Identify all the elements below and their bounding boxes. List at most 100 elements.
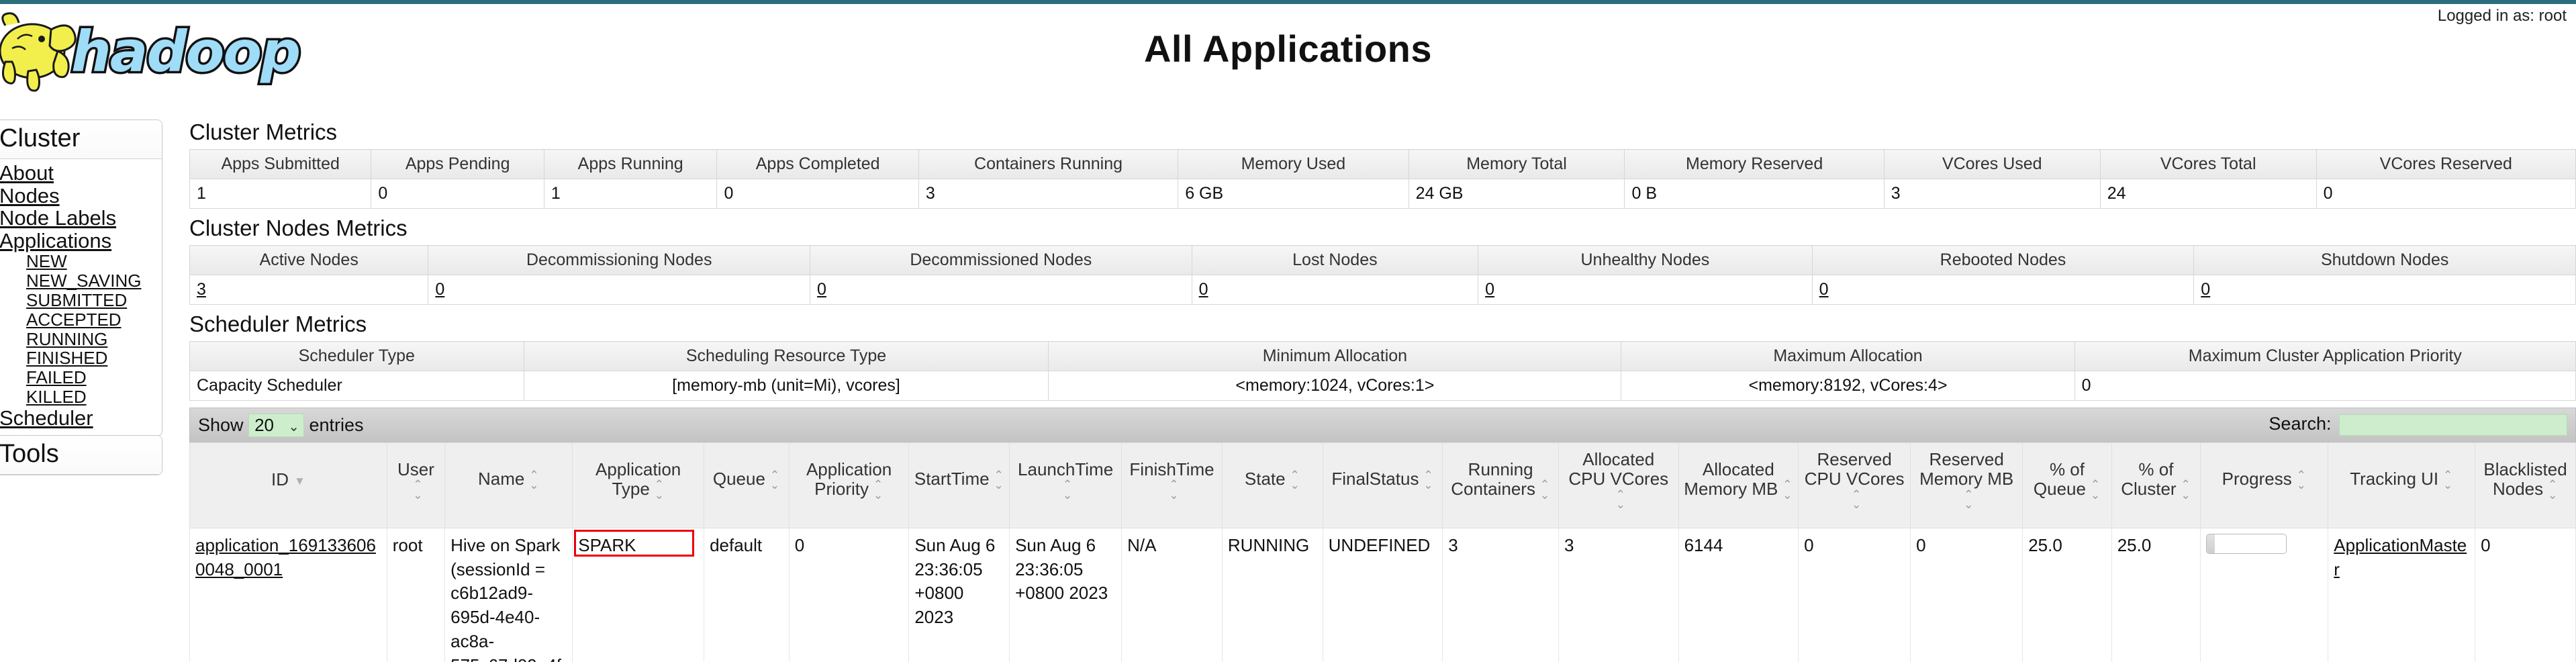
sidebar-item-nodes[interactable]: Nodes [0,185,162,207]
table-header-row: ID ▼ User ⌃ ⌄ Name ⌃ ⌄ Application Type ⌃ ⌄ Que… [189,442,2576,528]
sidebar-item-about[interactable]: About [0,162,162,185]
val-vcores-reserved: 0 [2316,179,2576,209]
sidebar-item-applications[interactable]: Applications [0,230,162,252]
sidebar-tools: Tools [0,435,162,475]
cell-pct-of-queue: 25.0 [2022,527,2112,662]
val-vcores-used: 3 [1883,179,2101,209]
col-running-containers[interactable]: Running Containers ⌃ ⌄ [1442,442,1559,528]
col-tracking-ui[interactable]: Tracking UI ⌃ ⌄ [2328,442,2476,528]
col-name[interactable]: Name ⌃ ⌄ [444,442,573,528]
col-scheduling-resource-type: Scheduling Resource Type [523,341,1049,371]
col-pct-of-queue[interactable]: % of Queue ⌃ ⌄ [2022,442,2112,528]
col-active-nodes: Active Nodes [189,245,429,275]
cluster-nodes-metrics-title: Cluster Nodes Metrics [189,216,408,240]
val-scheduler-type: Capacity Scheduler [189,371,524,401]
sidebar-heading-tools: Tools [0,436,162,475]
val-memory-total: 24 GB [1408,179,1625,209]
col-application-priority[interactable]: Application Priority ⌃ ⌄ [788,442,910,528]
col-blacklisted-nodes[interactable]: Blacklisted Nodes ⌃ ⌄ [2475,442,2576,528]
decommissioned-nodes-link[interactable]: 0 [817,280,826,299]
sort-icon: ⌃ ⌄ [2181,478,2191,502]
search-control: Search: [2269,414,2567,436]
sort-icon: ⌃ ⌄ [2443,468,2453,492]
sidebar-state-new-saving[interactable]: NEW_SAVING [26,271,162,291]
cluster-nodes-metrics-table: Active Nodes Decommissioning Nodes Decom… [189,245,2576,305]
col-launchtime[interactable]: LaunchTime ⌃ ⌄ [1009,442,1123,528]
shutdown-nodes-link[interactable]: 0 [2201,280,2210,299]
col-memory-used: Memory Used [1178,149,1409,179]
val-lost-nodes[interactable]: 0 [1191,275,1479,305]
cell-id[interactable]: application_1691336060048_0001 [189,527,387,662]
sidebar-item-node-labels[interactable]: Node Labels [0,207,162,230]
cell-application-priority: 0 [788,527,910,662]
col-pct-of-cluster[interactable]: % of Cluster ⌃ ⌄ [2111,442,2201,528]
val-active-nodes[interactable]: 3 [189,275,429,305]
col-scheduler-type: Scheduler Type [189,341,524,371]
page-length-control: Show 20 ⌄ entries [198,414,364,437]
cell-reserved-memory-mb: 0 [1910,527,2023,662]
cell-finalstatus: UNDEFINED [1322,527,1443,662]
table-header-row: Active Nodes Decommissioning Nodes Decom… [189,245,2576,275]
col-reserved-cpu-vcores[interactable]: Reserved CPU VCores ⌃ ⌄ [1798,442,1911,528]
decommissioning-nodes-link[interactable]: 0 [435,280,444,299]
val-unhealthy-nodes[interactable]: 0 [1478,275,1813,305]
sidebar-heading-cluster: Cluster [0,120,162,159]
val-decommissioned-nodes[interactable]: 0 [810,275,1192,305]
application-id-link[interactable]: application_1691336060048_0001 [195,535,376,579]
table-row: 1 0 1 0 3 6 GB 24 GB 0 B 3 24 0 [189,179,2576,209]
sort-icon: ⌃ ⌄ [529,468,539,492]
sort-icon: ⌃ ⌄ [1615,488,1625,512]
val-rebooted-nodes[interactable]: 0 [1811,275,2195,305]
progress-bar [2206,533,2287,554]
page-title: All Applications [1143,28,1433,70]
application-master-link[interactable]: ApplicationMaster [2334,535,2467,579]
col-queue[interactable]: Queue ⌃ ⌄ [704,442,790,528]
active-nodes-link[interactable]: 3 [197,280,206,299]
lost-nodes-link[interactable]: 0 [1199,280,1208,299]
sidebar-state-submitted[interactable]: SUBMITTED [26,291,162,310]
rebooted-nodes-link[interactable]: 0 [1819,280,1829,299]
col-memory-reserved: Memory Reserved [1624,149,1885,179]
val-shutdown-nodes[interactable]: 0 [2193,275,2576,305]
val-decommissioning-nodes[interactable]: 0 [428,275,811,305]
col-id[interactable]: ID ▼ [189,442,387,528]
sidebar-state-killed[interactable]: KILLED [26,387,162,407]
col-starttime[interactable]: StartTime ⌃ ⌄ [908,442,1010,528]
sort-icon: ⌃ ⌄ [1423,468,1433,492]
sidebar-state-new[interactable]: NEW [26,252,162,271]
sidebar-state-running[interactable]: RUNNING [26,330,162,349]
col-memory-total: Memory Total [1408,149,1625,179]
val-scheduling-resource-type: [memory-mb (unit=Mi), vcores] [523,371,1049,401]
sidebar-state-failed[interactable]: FAILED [26,368,162,387]
col-reserved-memory-mb[interactable]: Reserved Memory MB ⌃ ⌄ [1910,442,2023,528]
val-memory-used: 6 GB [1178,179,1409,209]
col-progress[interactable]: Progress ⌃ ⌄ [2200,442,2329,528]
col-maximum-allocation: Maximum Allocation [1621,341,2075,371]
sort-icon: ⌃ ⌄ [1852,488,1862,512]
col-decommissioned-nodes: Decommissioned Nodes [810,245,1192,275]
col-decommissioning-nodes: Decommissioning Nodes [428,245,811,275]
show-label: Show [198,415,244,435]
search-label: Search: [2269,414,2332,434]
col-finalstatus[interactable]: FinalStatus ⌃ ⌄ [1322,442,1443,528]
page-length-select[interactable]: 20 ⌄ [248,414,304,437]
sidebar-state-accepted[interactable]: ACCEPTED [26,310,162,330]
sidebar-item-scheduler[interactable]: Scheduler [0,407,162,430]
cell-running-containers: 3 [1442,527,1559,662]
cell-starttime: Sun Aug 6 23:36:05 +0800 2023 [908,527,1010,662]
sidebar-state-finished[interactable]: FINISHED [26,348,162,368]
col-state[interactable]: State ⌃ ⌄ [1221,442,1323,528]
col-apps-pending: Apps Pending [371,149,544,179]
search-input[interactable] [2339,414,2567,436]
cell-tracking-ui[interactable]: ApplicationMaster [2328,527,2476,662]
col-allocated-cpu-vcores[interactable]: Allocated CPU VCores ⌃ ⌄ [1558,442,1679,528]
sort-icon: ⌃ ⌄ [1062,478,1073,502]
col-allocated-memory-mb[interactable]: Allocated Memory MB ⌃ ⌄ [1678,442,1799,528]
unhealthy-nodes-link[interactable]: 0 [1485,280,1494,299]
logged-in-status: Logged in as: root [2437,7,2567,25]
cluster-metrics-table: Apps Submitted Apps Pending Apps Running… [189,149,2576,209]
col-user[interactable]: User ⌃ ⌄ [386,442,446,528]
col-application-type[interactable]: Application Type ⌃ ⌄ [572,442,705,528]
col-finishtime[interactable]: FinishTime ⌃ ⌄ [1121,442,1223,528]
cluster-metrics-title: Cluster Metrics [189,120,338,144]
